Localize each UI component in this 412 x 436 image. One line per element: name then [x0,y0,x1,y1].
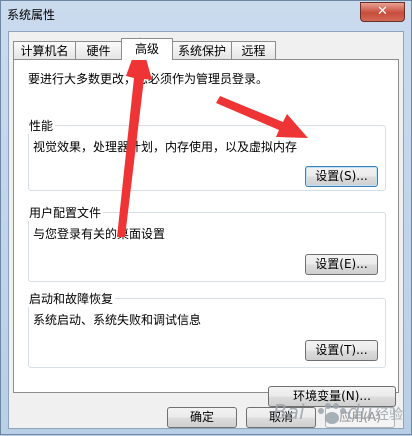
performance-description: 视觉效果，处理器计划，内存使用，以及虚拟内存 [33,140,298,154]
user-profiles-description: 与您登录有关的桌面设置 [33,227,166,241]
window-title: 系统属性 [7,8,56,22]
startup-recovery-settings-button[interactable]: 设置(T)... [305,340,378,361]
cancel-button[interactable]: 取消 [246,407,316,428]
environment-variables-button[interactable]: 环境变量(N)... [268,386,396,407]
advanced-tab-page: 要进行大多数更改，您必须作为管理员登录。 性能 视觉效果，处理器计划，内存使用，… [13,59,399,407]
performance-settings-button[interactable]: 设置(S)... [305,166,378,187]
startup-recovery-group: 启动和故障恢复 系统启动、系统失败和调试信息 设置(T)... [27,290,386,368]
performance-group: 性能 视觉效果，处理器计划，内存使用，以及虚拟内存 设置(S)... [27,117,386,191]
close-icon: ✕ [377,4,388,19]
tab-remote[interactable]: 远程 [231,41,276,59]
startup-recovery-title: 启动和故障恢复 [27,290,116,307]
tab-computer-name[interactable]: 计算机名 [13,41,76,59]
tab-hardware[interactable]: 硬件 [75,41,122,59]
close-button[interactable]: ✕ [360,2,405,22]
user-profiles-title: 用户配置文件 [27,204,104,221]
user-profiles-settings-button[interactable]: 设置(E)... [305,254,378,275]
startup-recovery-description: 系统启动、系统失败和调试信息 [33,313,202,327]
admin-note: 要进行大多数更改，您必须作为管理员登录。 [28,72,269,86]
tab-advanced[interactable]: 高级 [121,38,173,60]
user-profiles-group: 用户配置文件 与您登录有关的桌面设置 设置(E)... [27,204,386,282]
performance-title: 性能 [27,117,56,134]
apply-button[interactable]: 应用(A) [325,407,395,428]
tab-system-protection[interactable]: 系统保护 [172,41,232,59]
ok-button[interactable]: 确定 [167,407,237,428]
system-properties-window: 系统属性 ✕ 计算机名 硬件 高级 系统保护 远程 要进行大多数更改，您必须作为… [0,0,412,435]
dialog-client: 计算机名 硬件 高级 系统保护 远程 要进行大多数更改，您必须作为管理员登录。 … [8,31,404,429]
